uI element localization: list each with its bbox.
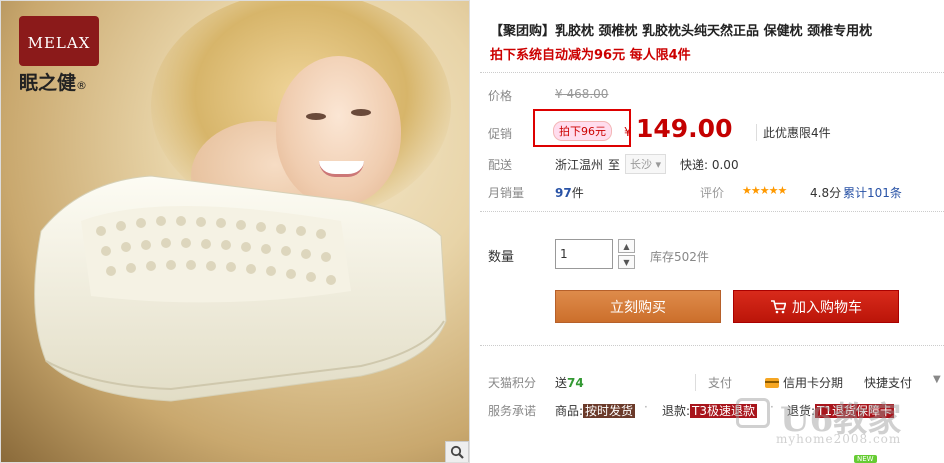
city-select[interactable]: 长沙 ▾ [625,154,667,174]
quantity-label: 数量 [488,250,515,265]
logo-box: MELAX [19,16,99,66]
logo-cn-text: 眠之健® [19,68,99,95]
model-eye-right [351,109,371,116]
logo-brand-text: MELAX [27,34,91,52]
ship-to-word: 至 [608,158,621,172]
quantity-input[interactable] [555,239,613,269]
model-eye-left [306,113,326,120]
sales-unit: 件 [571,186,584,200]
promo-label: 促销 [488,127,513,141]
chevron-down-icon: ▾ [655,158,662,171]
goods-prefix: 商品: [555,404,584,418]
quantity-increase-button[interactable]: ▲ [618,239,635,253]
credit-installment[interactable]: 信用卡分期 [765,374,843,391]
watermark-url: myhome2008.com [776,432,902,446]
shipping-label: 配送 [488,158,513,172]
new-badge: NEW [854,455,877,463]
points-prefix: 送 [555,376,568,390]
currency-symbol: ¥ [624,125,632,139]
express-fee: 快递: 0.00 [680,158,739,172]
sales-count: 97 [555,186,572,200]
brand-logo: MELAX 眠之健® [19,16,99,96]
chevron-up-icon: ▲ [623,241,630,251]
credit-card-icon [765,377,779,388]
latex-pillow-image [34,175,447,402]
site-watermark: U6教家 myhome2008.com [736,392,936,462]
goods-tag: 按时发货 [583,404,636,418]
rating-score: 4.8分 [810,186,842,200]
price-label: 价格 [488,89,513,103]
stock-count: 库存502件 [650,250,709,264]
original-price: ¥ 468.00 [555,87,609,101]
points-number: 74 [567,376,584,390]
current-price: 149.00 [636,114,733,143]
limit-text: 此优惠限4件 [756,124,831,141]
refund-prefix: 退款: [662,404,691,418]
ship-from: 浙江温州 [555,158,604,172]
monthly-sales: 97件 [555,184,584,201]
pay-label: 支付 [695,374,732,391]
points-label: 天猫积分 [488,376,537,390]
add-to-cart-label: 加入购物车 [792,299,862,316]
buy-now-button[interactable]: 立刻购买 [555,290,721,323]
product-title: 【聚团购】乳胶枕 颈椎枕 乳胶枕头纯天然正品 保健枕 颈椎专用枕 [490,24,873,39]
rating-stars-icon: ★★★★★ [742,184,787,197]
expand-chevron-icon[interactable]: ▼ [933,374,941,385]
service-goods: 商品: 按时发货 [555,402,636,419]
magnifier-icon [450,445,464,459]
watermark-logo-icon [736,398,770,428]
product-subtitle: 拍下系统自动减为96元 每人限4件 [490,48,691,63]
zoom-button[interactable] [445,441,469,462]
separator-dot: · [644,400,648,414]
reviews-link[interactable]: 累计101条 [843,184,902,201]
promo-tag: 拍下96元 [553,121,612,141]
chevron-down-icon: ▼ [623,257,630,267]
credit-label: 信用卡分期 [783,376,844,390]
price-box: 价格 ¥ 468.00 促销 拍下96元 ¥ 149.00 此优惠限4件 配送 … [480,72,944,212]
product-photo[interactable]: MELAX 眠之健® [0,0,470,463]
service-label: 服务承诺 [488,404,537,418]
logo-cn: 眠之健 [19,72,77,94]
cart-icon [771,299,786,313]
quantity-decrease-button[interactable]: ▼ [618,255,635,269]
city-value: 长沙 [630,158,652,171]
logo-reg: ® [76,79,88,92]
add-to-cart-button[interactable]: 加入购物车 [733,290,899,323]
sales-label: 月销量 [488,186,525,200]
fast-pay[interactable]: 快捷支付 [864,374,912,391]
product-page: MELAX 眠之健® 【聚团购】乳胶枕 颈椎枕 乳胶枕头纯天然正品 保健枕 颈椎… [0,0,944,463]
rating-label: 评价 [700,186,725,200]
points-value: 送74 [555,374,584,391]
